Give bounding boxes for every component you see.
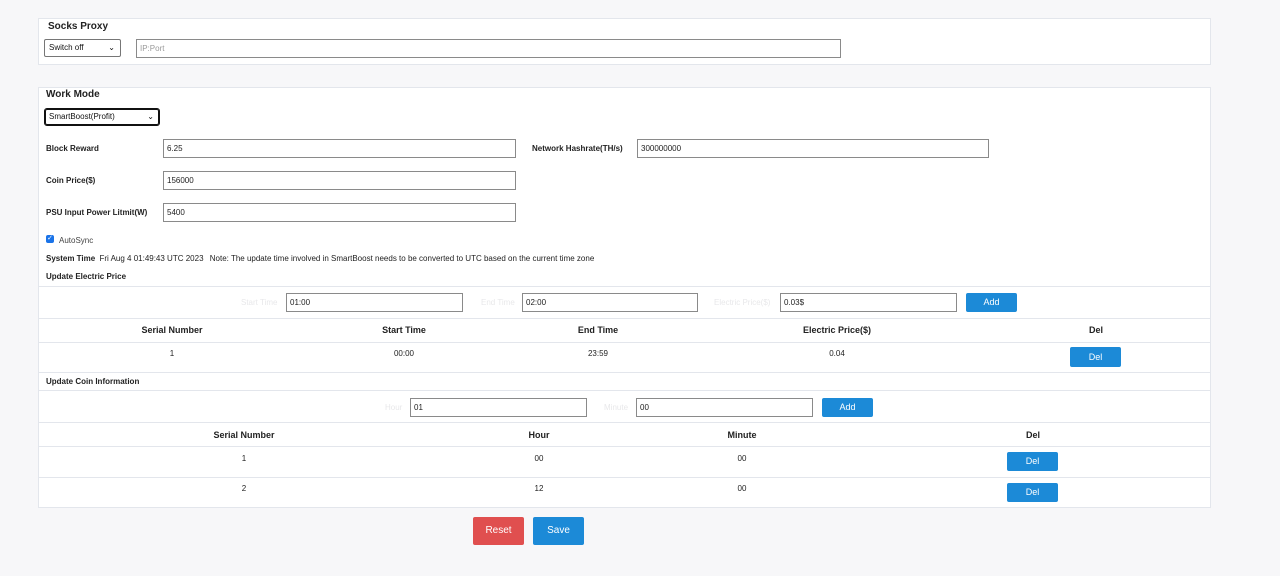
add-electric-price-button[interactable]: Add: [966, 293, 1017, 312]
psu-power-limit-label: PSU Input Power Litmit(W): [46, 208, 148, 217]
coin-price-input[interactable]: 156000: [163, 171, 516, 190]
divider: [39, 342, 1210, 343]
socks-proxy-title: Socks Proxy: [48, 21, 109, 32]
coin-row-minute: 00: [737, 454, 747, 463]
electric-row-price: 0.04: [829, 349, 845, 358]
coin-hour-label: Hour: [385, 403, 403, 412]
coin-minute-input[interactable]: 00: [636, 398, 813, 417]
coin-row-hour: 12: [534, 484, 544, 493]
work-mode-title: Work Mode: [46, 89, 100, 100]
electric-row-serial: 1: [169, 349, 175, 358]
electric-end-input[interactable]: 02:00: [522, 293, 698, 312]
electric-end-label: End Time: [481, 298, 515, 307]
system-time-label: System Time: [46, 254, 96, 263]
autosync-checkbox[interactable]: ✓: [46, 235, 54, 243]
delete-coin-info-button[interactable]: Del: [1007, 483, 1058, 502]
system-time-row: System Time Fri Aug 4 01:49:43 UTC 2023 …: [46, 254, 594, 263]
ip-port-input[interactable]: IP:Port: [136, 39, 841, 58]
delete-coin-info-button[interactable]: Del: [1007, 452, 1058, 471]
divider: [39, 422, 1210, 423]
autosync-label: AutoSync: [59, 236, 94, 245]
coin-header-minute: Minute: [727, 430, 757, 440]
network-hashrate-label: Network Hashrate(TH/s): [532, 144, 623, 153]
divider: [39, 286, 1210, 287]
electric-row-end: 23:59: [587, 349, 609, 358]
coin-row-hour: 00: [534, 454, 544, 463]
electric-start-input[interactable]: 01:00: [286, 293, 463, 312]
socks-proxy-panel: Socks Proxy Switch off ⌄ IP:Port: [38, 18, 1211, 65]
coin-minute-label: Minute: [604, 403, 629, 412]
electric-price-input[interactable]: 0.03$: [780, 293, 957, 312]
electric-price-title: Update Electric Price: [46, 272, 127, 281]
work-mode-panel: Work Mode SmartBoost(Profit) ⌄ Block Rew…: [38, 87, 1211, 508]
add-coin-info-button[interactable]: Add: [822, 398, 873, 417]
socks-proxy-switch-select[interactable]: Switch off ⌄: [44, 39, 121, 57]
socks-proxy-switch-value: Switch off: [49, 43, 84, 52]
electric-header-start: Start Time: [382, 325, 426, 335]
electric-start-label: Start Time: [241, 298, 278, 307]
electric-header-end: End Time: [577, 325, 619, 335]
coin-header-serial: Serial Number: [213, 430, 275, 440]
electric-header-serial: Serial Number: [141, 325, 203, 335]
coin-header-del: Del: [1025, 430, 1040, 440]
psu-power-limit-input[interactable]: 5400: [163, 203, 516, 222]
coin-info-title: Update Coin Information: [46, 377, 140, 386]
block-reward-input[interactable]: 6.25: [163, 139, 516, 158]
delete-electric-price-button[interactable]: Del: [1070, 347, 1121, 367]
coin-row-minute: 00: [737, 484, 747, 493]
electric-price-label: Electric Price($): [714, 298, 771, 307]
divider: [39, 477, 1210, 478]
chevron-down-icon: ⌄: [108, 43, 115, 52]
system-time-note: Note: The update time involved in SmartB…: [209, 254, 595, 263]
electric-header-del: Del: [1088, 325, 1103, 335]
chevron-down-icon: ⌄: [147, 112, 154, 121]
work-mode-value: SmartBoost(Profit): [49, 112, 115, 121]
coin-hour-input[interactable]: 01: [410, 398, 587, 417]
electric-row-start: 00:00: [393, 349, 415, 358]
divider: [39, 446, 1210, 447]
save-button[interactable]: Save: [533, 517, 584, 545]
reset-button[interactable]: Reset: [473, 517, 524, 545]
work-mode-select[interactable]: SmartBoost(Profit) ⌄: [44, 108, 160, 126]
coin-header-hour: Hour: [528, 430, 550, 440]
divider: [39, 390, 1210, 391]
divider: [39, 372, 1210, 373]
network-hashrate-input[interactable]: 300000000: [637, 139, 989, 158]
coin-row-serial: 2: [241, 484, 247, 493]
divider: [39, 318, 1210, 319]
block-reward-label: Block Reward: [46, 144, 99, 153]
electric-header-price: Electric Price($): [802, 325, 872, 335]
system-time-value: Fri Aug 4 01:49:43 UTC 2023: [99, 254, 204, 263]
coin-row-serial: 1: [241, 454, 247, 463]
coin-price-label: Coin Price($): [46, 176, 96, 185]
